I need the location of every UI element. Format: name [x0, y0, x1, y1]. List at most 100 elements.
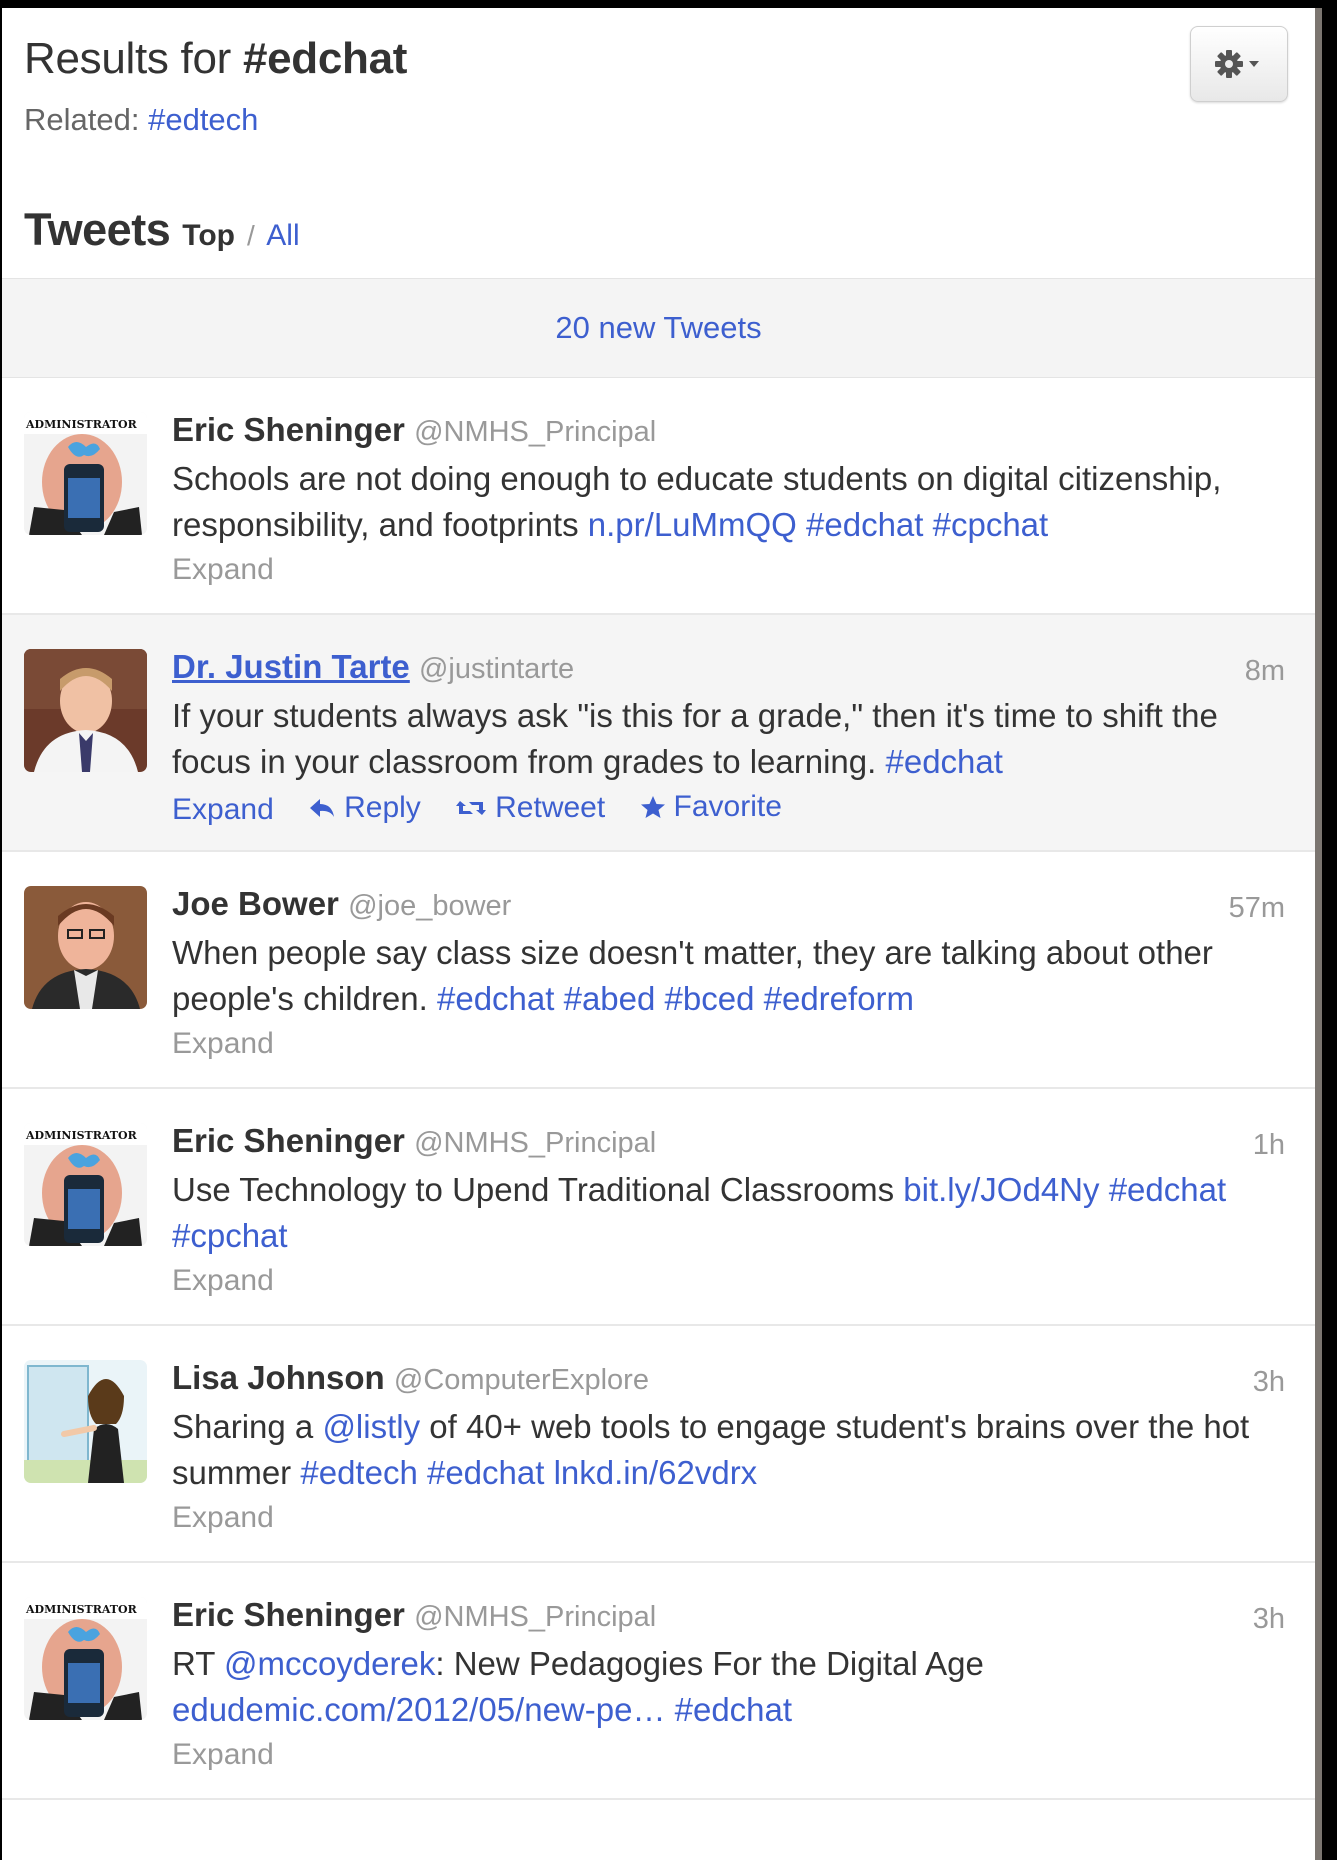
avatar-joe-bower[interactable] [24, 886, 147, 1009]
expand-link[interactable]: Expand [172, 1027, 274, 1060]
expand-link[interactable]: Expand [172, 1501, 274, 1534]
author-handle[interactable]: @NMHS_Principal [414, 416, 656, 448]
tweet-timestamp[interactable]: 1h [1253, 1125, 1285, 1165]
author-handle[interactable]: @joe_bower [348, 890, 511, 922]
screen: Results for #edchat Related: #edtech Twe… [0, 0, 1337, 1860]
filter-separator: / [247, 220, 255, 251]
page-title: Results for #edchat [24, 34, 407, 84]
author-name[interactable]: Lisa Johnson [172, 1359, 385, 1396]
svg-text:ADMINISTRATOR: ADMINISTRATOR [25, 1129, 138, 1142]
tweet-timestamp[interactable]: 57m [1229, 888, 1285, 928]
tweet-item[interactable]: Joe Bower @joe_bower 57m When people say… [2, 852, 1315, 1089]
hashtag-link[interactable]: #edchat [885, 743, 1002, 780]
expand-link[interactable]: Expand [172, 553, 274, 586]
tweet-text: Use Technology to Upend Traditional Clas… [172, 1167, 1285, 1259]
author-name[interactable]: Eric Sheninger [172, 1596, 405, 1633]
related-tag-link[interactable]: #edtech [148, 102, 258, 137]
mention-link[interactable]: @listly [322, 1408, 420, 1445]
hashtag-link[interactable]: #cpchat [933, 506, 1049, 543]
tweet-item[interactable]: ADMINISTRATOR Eric Sheninger @NMHS_Princ… [2, 1563, 1315, 1800]
author-name[interactable]: Dr. Justin Tarte [172, 648, 410, 685]
tweet-header: Eric Sheninger @NMHS_Principal [172, 410, 1285, 452]
tweet-actions: Expand [172, 548, 1285, 592]
chevron-down-icon [1249, 61, 1259, 67]
administrator-avatar-image: ADMINISTRATOR [24, 412, 147, 535]
tweet-text: Sharing a @listly of 40+ web tools to en… [172, 1404, 1285, 1496]
tweet-link[interactable]: lnkd.in/62vdrx [554, 1454, 758, 1491]
author-handle[interactable]: @NMHS_Principal [414, 1127, 656, 1159]
tweet-item[interactable]: Lisa Johnson @ComputerExplore 3h Sharing… [2, 1326, 1315, 1563]
new-tweets-bar[interactable]: 20 new Tweets [2, 278, 1315, 378]
retweet-label: Retweet [495, 791, 606, 824]
expand-link[interactable]: Expand [172, 1264, 274, 1297]
tweet-text: RT @mccoyderek: New Pedagogies For the D… [172, 1641, 1285, 1733]
administrator-avatar-image: ADMINISTRATOR [24, 1123, 147, 1246]
related-searches: Related: #edtech [24, 102, 258, 138]
tweet-actions: Expand Reply Retweet Favorite [172, 785, 1285, 832]
tweet-actions: Expand [172, 1496, 1285, 1540]
tweet-item[interactable]: ADMINISTRATOR Eric Sheninger @NMHS_Princ… [2, 378, 1315, 615]
cartoon-avatar-image [24, 1360, 147, 1483]
tweet-text-part: RT [172, 1645, 215, 1682]
tweet-link[interactable]: n.pr/LuMmQQ [588, 506, 797, 543]
tweet-body: Lisa Johnson @ComputerExplore 3h Sharing… [172, 1358, 1285, 1540]
hashtag-link[interactable]: #bced [665, 980, 755, 1017]
author-handle[interactable]: @ComputerExplore [394, 1364, 649, 1396]
window-edge [1322, 8, 1337, 1860]
hashtag-link[interactable]: #edchat [427, 1454, 544, 1491]
author-name[interactable]: Eric Sheninger [172, 411, 405, 448]
settings-dropdown-button[interactable] [1190, 26, 1288, 102]
hashtag-link[interactable]: #edchat [1109, 1171, 1226, 1208]
tweet-text: When people say class size doesn't matte… [172, 930, 1285, 1022]
tweet-text-part: Sharing a [172, 1408, 314, 1445]
results-prefix: Results for [24, 34, 231, 83]
expand-link[interactable]: Expand [172, 1738, 274, 1771]
expand-link[interactable]: Expand [172, 788, 274, 832]
filter-all-tab[interactable]: All [266, 219, 299, 252]
person-avatar-image [24, 886, 147, 1009]
tweet-body: Joe Bower @joe_bower 57m When people say… [172, 884, 1285, 1066]
hashtag-link[interactable]: #abed [564, 980, 656, 1017]
tweet-body: Eric Sheninger @NMHS_Principal 3h RT @mc… [172, 1595, 1285, 1777]
avatar-justin-tarte[interactable] [24, 649, 147, 772]
mention-link[interactable]: @mccoyderek [224, 1645, 435, 1682]
author-name[interactable]: Joe Bower [172, 885, 339, 922]
avatar-lisa-johnson[interactable] [24, 1360, 147, 1483]
administrator-avatar-image: ADMINISTRATOR [24, 1597, 147, 1720]
tweet-link[interactable]: bit.ly/JOd4Ny [903, 1171, 1099, 1208]
author-name[interactable]: Eric Sheninger [172, 1122, 405, 1159]
tweet-text: If your students always ask "is this for… [172, 693, 1285, 785]
hashtag-link[interactable]: #cpchat [172, 1217, 288, 1254]
avatar-administrator[interactable]: ADMINISTRATOR [24, 1123, 147, 1246]
related-label: Related: [24, 102, 140, 137]
tweet-body: Eric Sheninger @NMHS_Principal Schools a… [172, 410, 1285, 592]
hashtag-link[interactable]: #edchat [806, 506, 923, 543]
tweet-body: Dr. Justin Tarte @justintarte 8m If your… [172, 647, 1285, 832]
author-handle[interactable]: @justintarte [419, 653, 574, 685]
author-handle[interactable]: @NMHS_Principal [414, 1601, 656, 1633]
scrollbar[interactable] [1315, 8, 1322, 1860]
tweet-header: Joe Bower @joe_bower 57m [172, 884, 1285, 926]
hashtag-link[interactable]: #edchat [437, 980, 554, 1017]
tweet-body: Eric Sheninger @NMHS_Principal 1h Use Te… [172, 1121, 1285, 1303]
tweet-timestamp[interactable]: 8m [1245, 651, 1285, 691]
favorite-button[interactable]: Favorite [640, 785, 782, 829]
avatar-administrator[interactable]: ADMINISTRATOR [24, 412, 147, 535]
filter-top-tab[interactable]: Top [182, 219, 235, 252]
hashtag-link[interactable]: #edreform [764, 980, 914, 1017]
svg-text:ADMINISTRATOR: ADMINISTRATOR [25, 1603, 138, 1616]
hashtag-link[interactable]: #edchat [675, 1691, 792, 1728]
retweet-button[interactable]: Retweet [455, 786, 605, 830]
search-query: #edchat [242, 34, 408, 83]
tweet-item[interactable]: Dr. Justin Tarte @justintarte 8m If your… [2, 615, 1315, 852]
reply-button[interactable]: Reply [308, 786, 421, 830]
tweet-link[interactable]: edudemic.com/2012/05/new-pe… [172, 1691, 665, 1728]
tweet-header: Eric Sheninger @NMHS_Principal 3h [172, 1595, 1285, 1637]
tweets-heading: Tweets Top / All [24, 204, 300, 256]
avatar-administrator[interactable]: ADMINISTRATOR [24, 1597, 147, 1720]
tweet-text-part: Use Technology to Upend Traditional Clas… [172, 1171, 895, 1208]
tweet-timestamp[interactable]: 3h [1253, 1362, 1285, 1402]
tweet-item[interactable]: ADMINISTRATOR Eric Sheninger @NMHS_Princ… [2, 1089, 1315, 1326]
tweet-timestamp[interactable]: 3h [1253, 1599, 1285, 1639]
hashtag-link[interactable]: #edtech [300, 1454, 417, 1491]
